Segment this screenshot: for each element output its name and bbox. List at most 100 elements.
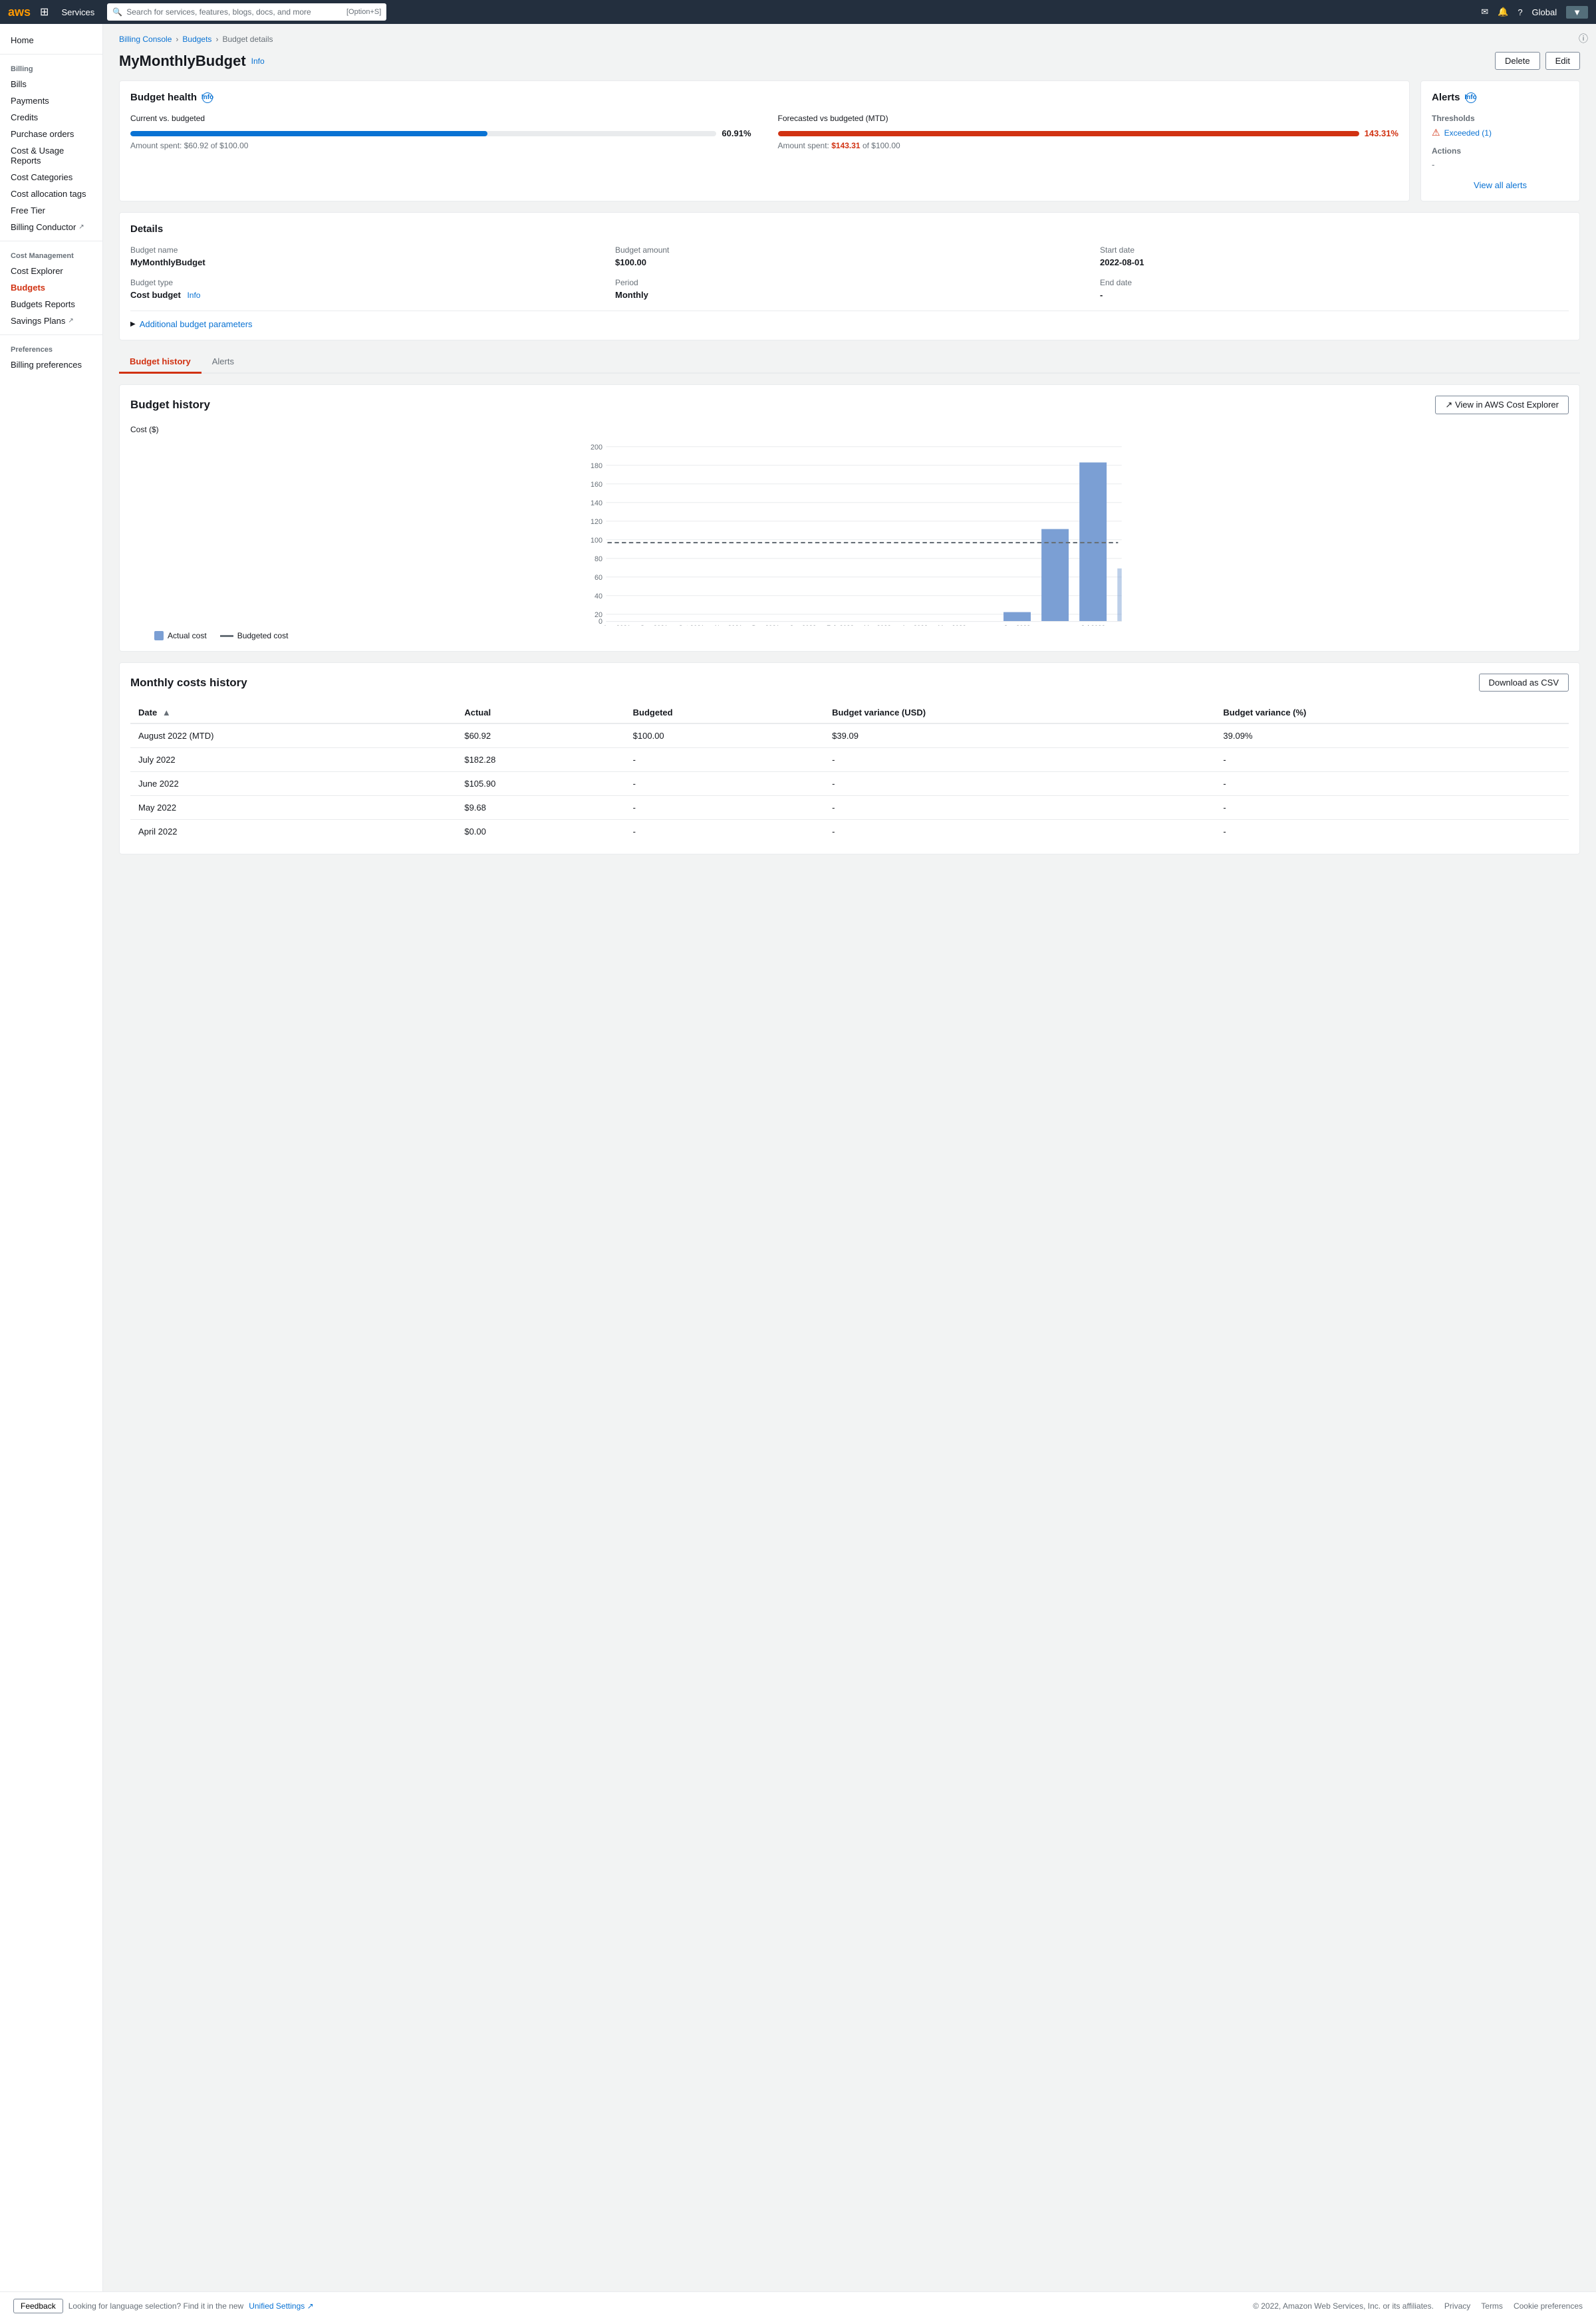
footer-terms-link[interactable]: Terms xyxy=(1481,2301,1503,2311)
search-bar[interactable]: 🔍 Search for services, features, blogs, … xyxy=(107,3,386,21)
sidebar-item-payments[interactable]: Payments xyxy=(0,92,102,109)
grid-icon[interactable]: ⊞ xyxy=(40,5,49,19)
current-vs-budgeted: Current vs. budgeted 60.91% Amount spent… xyxy=(130,114,751,150)
additional-params[interactable]: ▶ Additional budget parameters xyxy=(130,311,1569,329)
cards-row: Budget health Info Current vs. budgeted … xyxy=(119,80,1580,201)
svg-text:Jan 2022: Jan 2022 xyxy=(790,624,817,626)
thresholds-label: Thresholds xyxy=(1432,114,1569,123)
sidebar-item-cost-explorer[interactable]: Cost Explorer xyxy=(0,263,102,279)
services-button[interactable]: Services xyxy=(55,4,100,21)
sidebar-item-home[interactable]: Home xyxy=(0,32,102,49)
svg-text:120: 120 xyxy=(591,518,602,526)
sidebar-item-cost-allocation-tags[interactable]: Cost allocation tags xyxy=(0,186,102,202)
threshold-exceeded: ⚠ Exceeded (1) xyxy=(1432,127,1569,138)
view-all-alerts-link[interactable]: View all alerts xyxy=(1432,180,1569,190)
actions-label: Actions xyxy=(1432,146,1569,156)
footer-cookie-link[interactable]: Cookie preferences xyxy=(1514,2301,1583,2311)
sidebar-item-credits[interactable]: Credits xyxy=(0,109,102,126)
help-icon[interactable]: ? xyxy=(1518,7,1522,17)
delete-button[interactable]: Delete xyxy=(1495,52,1540,70)
legend-budgeted-line xyxy=(220,635,233,637)
page-info-link[interactable]: Info xyxy=(251,57,265,66)
sidebar-item-cost-usage-reports[interactable]: Cost & Usage Reports xyxy=(0,142,102,169)
table-body: August 2022 (MTD) $60.92 $100.00 $39.09 … xyxy=(130,723,1569,843)
detail-start-date: Start date 2022-08-01 xyxy=(1100,245,1569,267)
svg-text:Mar 2022: Mar 2022 xyxy=(864,624,891,626)
chart-area: 200 180 160 140 120 100 80 60 40 20 0 xyxy=(130,440,1569,626)
cell-actual-2: $105.90 xyxy=(456,772,624,796)
cell-date-2: June 2022 xyxy=(130,772,456,796)
sidebar-item-budgets-reports[interactable]: Budgets Reports xyxy=(0,296,102,313)
th-budgeted: Budgeted xyxy=(625,702,825,723)
sidebar-item-savings-plans[interactable]: Savings Plans ↗ xyxy=(0,313,102,329)
page-info-icon[interactable]: ⓘ xyxy=(1579,32,1588,45)
detail-budget-amount: Budget amount $100.00 xyxy=(615,245,1084,267)
sidebar-item-bills[interactable]: Bills xyxy=(0,76,102,92)
alerts-card: Alerts Info Thresholds ⚠ Exceeded (1) Ac… xyxy=(1420,80,1580,201)
download-csv-button[interactable]: Download as CSV xyxy=(1479,674,1569,692)
breadcrumb: Billing Console › Budgets › Budget detai… xyxy=(119,35,1580,44)
cell-budgeted-0: $100.00 xyxy=(625,723,825,748)
top-nav-right: ✉ 🔔 ? Global ▼ xyxy=(1481,6,1588,19)
forecasted-progress-fill xyxy=(778,131,1359,136)
page-title: MyMonthlyBudget xyxy=(119,53,246,70)
unified-settings-link[interactable]: Unified Settings ↗ xyxy=(249,2301,313,2311)
th-date[interactable]: Date ▲ xyxy=(130,702,456,723)
breadcrumb-sep-2: › xyxy=(215,35,218,44)
footer-language-notice: Looking for language selection? Find it … xyxy=(68,2301,244,2311)
tab-alerts[interactable]: Alerts xyxy=(201,351,245,374)
cell-variance-pct-2: - xyxy=(1215,772,1569,796)
budget-type-info-link[interactable]: Info xyxy=(187,291,200,300)
forecasted-amount: Amount spent: $143.31 of $100.00 xyxy=(778,141,1399,150)
cell-variance-pct-3: - xyxy=(1215,796,1569,820)
cell-date-4: April 2022 xyxy=(130,820,456,844)
details-title: Details xyxy=(130,223,1569,235)
footer-privacy-link[interactable]: Privacy xyxy=(1444,2301,1470,2311)
sidebar-item-cost-categories[interactable]: Cost Categories xyxy=(0,169,102,186)
svg-text:180: 180 xyxy=(591,462,602,470)
alerts-info-icon[interactable]: Info xyxy=(1466,92,1476,103)
cell-variance-usd-3: - xyxy=(824,796,1215,820)
current-amount: Amount spent: $60.92 of $100.00 xyxy=(130,141,751,150)
sidebar-item-free-tier[interactable]: Free Tier xyxy=(0,202,102,219)
footer-copyright: © 2022, Amazon Web Services, Inc. or its… xyxy=(1253,2301,1434,2311)
view-in-explorer-button[interactable]: ↗ View in AWS Cost Explorer xyxy=(1435,396,1569,414)
svg-text:Nov 2021: Nov 2021 xyxy=(715,624,742,626)
svg-text:Oct 2021: Oct 2021 xyxy=(678,624,704,626)
external-link-icon: ↗ xyxy=(78,223,84,231)
monthly-costs-title: Monthly costs history xyxy=(130,676,247,690)
cell-date-1: July 2022 xyxy=(130,748,456,772)
cell-variance-usd-1: - xyxy=(824,748,1215,772)
budget-health-info-icon[interactable]: Info xyxy=(202,92,213,103)
forecasted-metric-label: Forecasted vs budgeted (MTD) xyxy=(778,114,1399,123)
chart-legend: Actual cost Budgeted cost xyxy=(130,631,1569,640)
breadcrumb-budgets[interactable]: Budgets xyxy=(182,35,211,44)
svg-text:60: 60 xyxy=(595,574,602,582)
feedback-button[interactable]: Feedback xyxy=(13,2299,63,2313)
sidebar-item-purchase-orders[interactable]: Purchase orders xyxy=(0,126,102,142)
sort-arrow-date: ▲ xyxy=(162,708,171,717)
edit-button[interactable]: Edit xyxy=(1545,52,1580,70)
cell-date-3: May 2022 xyxy=(130,796,456,820)
svg-text:Aug 2021: Aug 2021 xyxy=(603,624,630,626)
details-card: Details Budget name MyMonthlyBudget Budg… xyxy=(119,212,1580,340)
sidebar-item-billing-preferences[interactable]: Billing preferences xyxy=(0,356,102,373)
aws-logo: aws xyxy=(8,5,31,19)
svg-text:80: 80 xyxy=(595,555,602,563)
sidebar-item-billing-conductor[interactable]: Billing Conductor ↗ xyxy=(0,219,102,235)
mail-icon[interactable]: ✉ xyxy=(1481,7,1488,17)
cell-variance-usd-4: - xyxy=(824,820,1215,844)
breadcrumb-billing-console[interactable]: Billing Console xyxy=(119,35,172,44)
th-variance-usd: Budget variance (USD) xyxy=(824,702,1215,723)
svg-text:Jun 2022: Jun 2022 xyxy=(1004,624,1031,626)
tab-budget-history[interactable]: Budget history xyxy=(119,351,201,374)
detail-budget-name: Budget name MyMonthlyBudget xyxy=(130,245,599,267)
footer: Feedback Looking for language selection?… xyxy=(0,2291,1596,2320)
exceeded-link[interactable]: Exceeded (1) xyxy=(1444,128,1492,138)
sidebar-item-budgets[interactable]: Budgets xyxy=(0,279,102,296)
bell-icon[interactable]: 🔔 xyxy=(1498,7,1508,17)
detail-budget-type: Budget type Cost budget Info xyxy=(130,278,599,300)
account-selector[interactable]: ▼ xyxy=(1566,6,1588,19)
external-link-icon-unified: ↗ xyxy=(307,2301,314,2311)
global-selector[interactable]: Global xyxy=(1532,7,1557,17)
